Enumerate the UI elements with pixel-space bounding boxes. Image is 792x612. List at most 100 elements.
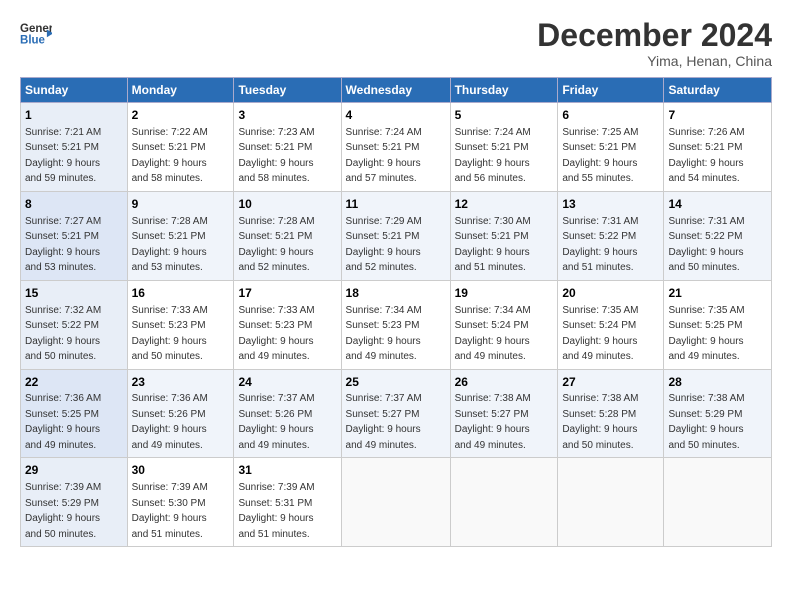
day-info: Sunrise: 7:23 AM Sunset: 5:21 PM Dayligh… bbox=[238, 127, 314, 185]
table-row: 1 Sunrise: 7:21 AM Sunset: 5:21 PM Daylig… bbox=[21, 103, 128, 192]
day-info: Sunrise: 7:30 AM Sunset: 5:21 PM Dayligh… bbox=[455, 216, 531, 274]
day-number: 20 bbox=[562, 285, 659, 302]
day-number: 1 bbox=[25, 107, 123, 124]
day-number: 25 bbox=[346, 374, 446, 391]
table-row: 16Sunrise: 7:33 AM Sunset: 5:23 PM Dayli… bbox=[127, 280, 234, 369]
day-info: Sunrise: 7:37 AM Sunset: 5:27 PM Dayligh… bbox=[346, 393, 422, 451]
day-info: Sunrise: 7:21 AM Sunset: 5:21 PM Dayligh… bbox=[25, 127, 101, 185]
table-row: 26 Sunrise: 7:38 AM Sunset: 5:27 PM Dayli… bbox=[450, 369, 558, 458]
table-row: 29 Sunrise: 7:39 AM Sunset: 5:29 PM Dayli… bbox=[21, 458, 128, 547]
day-info: Sunrise: 7:32 AM Sunset: 5:22 PM Dayligh… bbox=[25, 305, 101, 363]
day-number: 31 bbox=[238, 462, 336, 479]
table-row: 3 Sunrise: 7:23 AM Sunset: 5:21 PM Daylig… bbox=[234, 103, 341, 192]
table-row bbox=[558, 458, 664, 547]
table-row bbox=[341, 458, 450, 547]
table-row bbox=[450, 458, 558, 547]
day-info: Sunrise: 7:24 AM Sunset: 5:21 PM Dayligh… bbox=[455, 127, 531, 185]
table-row: 5 Sunrise: 7:24 AM Sunset: 5:21 PM Daylig… bbox=[450, 103, 558, 192]
day-info: Sunrise: 7:35 AM Sunset: 5:25 PM Dayligh… bbox=[668, 305, 744, 363]
col-thursday: Thursday bbox=[450, 78, 558, 103]
day-info: Sunrise: 7:27 AM Sunset: 5:21 PM Dayligh… bbox=[25, 216, 101, 274]
day-number: 24 bbox=[238, 374, 336, 391]
col-friday: Friday bbox=[558, 78, 664, 103]
table-row: 25 Sunrise: 7:37 AM Sunset: 5:27 PM Dayli… bbox=[341, 369, 450, 458]
day-info: Sunrise: 7:24 AM Sunset: 5:21 PM Dayligh… bbox=[346, 127, 422, 185]
table-row: 8 Sunrise: 7:27 AM Sunset: 5:21 PM Daylig… bbox=[21, 191, 128, 280]
day-number: 27 bbox=[562, 374, 659, 391]
table-row: 6Sunrise: 7:25 AM Sunset: 5:21 PM Daylig… bbox=[558, 103, 664, 192]
day-info: Sunrise: 7:39 AM Sunset: 5:30 PM Dayligh… bbox=[132, 482, 208, 540]
col-saturday: Saturday bbox=[664, 78, 772, 103]
table-row: 10 Sunrise: 7:28 AM Sunset: 5:21 PM Dayli… bbox=[234, 191, 341, 280]
day-info: Sunrise: 7:35 AM Sunset: 5:24 PM Dayligh… bbox=[562, 305, 638, 363]
day-number: 16 bbox=[132, 285, 230, 302]
table-row: 20 Sunrise: 7:35 AM Sunset: 5:24 PM Dayli… bbox=[558, 280, 664, 369]
day-number: 17 bbox=[238, 285, 336, 302]
day-number: 23 bbox=[132, 374, 230, 391]
col-monday: Monday bbox=[127, 78, 234, 103]
table-row: 17 Sunrise: 7:33 AM Sunset: 5:23 PM Dayli… bbox=[234, 280, 341, 369]
calendar-week-row: 15 Sunrise: 7:32 AM Sunset: 5:22 PM Dayli… bbox=[21, 280, 772, 369]
table-row bbox=[664, 458, 772, 547]
day-number: 28 bbox=[668, 374, 767, 391]
location: Yima, Henan, China bbox=[537, 53, 772, 69]
month-title: December 2024 bbox=[537, 18, 772, 53]
day-info: Sunrise: 7:39 AM Sunset: 5:31 PM Dayligh… bbox=[238, 482, 314, 540]
calendar-table: Sunday Monday Tuesday Wednesday Thursday… bbox=[20, 77, 772, 547]
col-tuesday: Tuesday bbox=[234, 78, 341, 103]
col-sunday: Sunday bbox=[21, 78, 128, 103]
table-row: 12Sunrise: 7:30 AM Sunset: 5:21 PM Dayli… bbox=[450, 191, 558, 280]
calendar-week-row: 22Sunrise: 7:36 AM Sunset: 5:25 PM Dayli… bbox=[21, 369, 772, 458]
day-number: 21 bbox=[668, 285, 767, 302]
table-row: 9 Sunrise: 7:28 AM Sunset: 5:21 PM Daylig… bbox=[127, 191, 234, 280]
day-number: 6 bbox=[562, 107, 659, 124]
day-number: 14 bbox=[668, 196, 767, 213]
day-number: 13 bbox=[562, 196, 659, 213]
day-number: 5 bbox=[455, 107, 554, 124]
day-info: Sunrise: 7:38 AM Sunset: 5:29 PM Dayligh… bbox=[668, 393, 744, 451]
day-number: 11 bbox=[346, 196, 446, 213]
day-info: Sunrise: 7:36 AM Sunset: 5:26 PM Dayligh… bbox=[132, 393, 208, 451]
table-row: 22Sunrise: 7:36 AM Sunset: 5:25 PM Dayli… bbox=[21, 369, 128, 458]
header: General Blue December 2024 Yima, Henan, … bbox=[20, 18, 772, 69]
day-info: Sunrise: 7:37 AM Sunset: 5:26 PM Dayligh… bbox=[238, 393, 314, 451]
day-number: 30 bbox=[132, 462, 230, 479]
day-info: Sunrise: 7:34 AM Sunset: 5:24 PM Dayligh… bbox=[455, 305, 531, 363]
table-row: 13Sunrise: 7:31 AM Sunset: 5:22 PM Dayli… bbox=[558, 191, 664, 280]
day-info: Sunrise: 7:39 AM Sunset: 5:29 PM Dayligh… bbox=[25, 482, 101, 540]
day-info: Sunrise: 7:31 AM Sunset: 5:22 PM Dayligh… bbox=[668, 216, 744, 274]
day-number: 29 bbox=[25, 462, 123, 479]
table-row: 27 Sunrise: 7:38 AM Sunset: 5:28 PM Dayli… bbox=[558, 369, 664, 458]
day-number: 7 bbox=[668, 107, 767, 124]
day-info: Sunrise: 7:36 AM Sunset: 5:25 PM Dayligh… bbox=[25, 393, 101, 451]
day-number: 2 bbox=[132, 107, 230, 124]
day-info: Sunrise: 7:33 AM Sunset: 5:23 PM Dayligh… bbox=[238, 305, 314, 363]
table-row: 15 Sunrise: 7:32 AM Sunset: 5:22 PM Dayli… bbox=[21, 280, 128, 369]
calendar-header-row: Sunday Monday Tuesday Wednesday Thursday… bbox=[21, 78, 772, 103]
day-number: 9 bbox=[132, 196, 230, 213]
table-row: 18Sunrise: 7:34 AM Sunset: 5:23 PM Dayli… bbox=[341, 280, 450, 369]
day-number: 3 bbox=[238, 107, 336, 124]
table-row: 14 Sunrise: 7:31 AM Sunset: 5:22 PM Dayli… bbox=[664, 191, 772, 280]
day-info: Sunrise: 7:22 AM Sunset: 5:21 PM Dayligh… bbox=[132, 127, 208, 185]
day-info: Sunrise: 7:28 AM Sunset: 5:21 PM Dayligh… bbox=[132, 216, 208, 274]
day-number: 15 bbox=[25, 285, 123, 302]
day-info: Sunrise: 7:38 AM Sunset: 5:27 PM Dayligh… bbox=[455, 393, 531, 451]
svg-text:Blue: Blue bbox=[20, 35, 46, 47]
day-number: 8 bbox=[25, 196, 123, 213]
calendar-week-row: 1 Sunrise: 7:21 AM Sunset: 5:21 PM Daylig… bbox=[21, 103, 772, 192]
table-row: 23 Sunrise: 7:36 AM Sunset: 5:26 PM Dayli… bbox=[127, 369, 234, 458]
day-info: Sunrise: 7:28 AM Sunset: 5:21 PM Dayligh… bbox=[238, 216, 314, 274]
day-info: Sunrise: 7:34 AM Sunset: 5:23 PM Dayligh… bbox=[346, 305, 422, 363]
table-row: 19 Sunrise: 7:34 AM Sunset: 5:24 PM Dayli… bbox=[450, 280, 558, 369]
title-block: December 2024 Yima, Henan, China bbox=[537, 18, 772, 69]
day-number: 4 bbox=[346, 107, 446, 124]
table-row: 21 Sunrise: 7:35 AM Sunset: 5:25 PM Dayli… bbox=[664, 280, 772, 369]
day-info: Sunrise: 7:38 AM Sunset: 5:28 PM Dayligh… bbox=[562, 393, 638, 451]
day-number: 10 bbox=[238, 196, 336, 213]
day-number: 26 bbox=[455, 374, 554, 391]
calendar-week-row: 29 Sunrise: 7:39 AM Sunset: 5:29 PM Dayli… bbox=[21, 458, 772, 547]
logo: General Blue bbox=[20, 18, 52, 50]
table-row: 30 Sunrise: 7:39 AM Sunset: 5:30 PM Dayli… bbox=[127, 458, 234, 547]
day-number: 19 bbox=[455, 285, 554, 302]
